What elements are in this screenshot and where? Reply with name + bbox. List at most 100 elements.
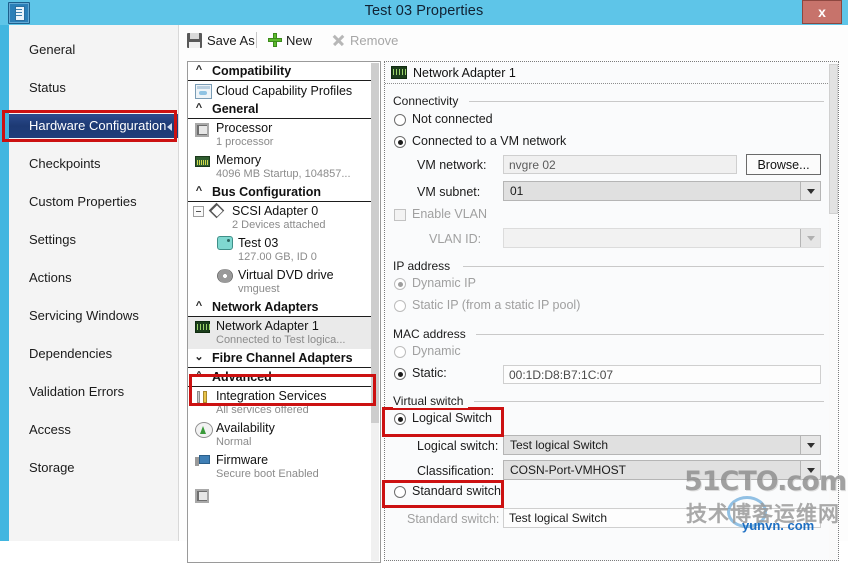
close-button[interactable]: x [802, 0, 842, 24]
tree-node-subtitle: Secure boot Enabled [216, 468, 319, 480]
logical-switch-radio[interactable] [394, 413, 406, 425]
sidebar-item-access[interactable]: Access [9, 418, 178, 442]
detail-scrollbar[interactable] [829, 62, 838, 560]
static-ip-pool-radio[interactable] [394, 300, 406, 312]
tree-group-fibre-channel-adapters[interactable]: ⌄ Fibre Channel Adapters [188, 349, 371, 368]
standard-switch-field[interactable]: Test logical Switch [503, 508, 821, 528]
sidebar-item-settings[interactable]: Settings [9, 228, 178, 252]
tree-node-subtitle: 2 Devices attached [232, 219, 326, 231]
vm-network-field[interactable]: nvgre 02 [503, 155, 737, 174]
chevron-down-icon: ⌄ [194, 351, 204, 363]
sidebar-item-label: Status [29, 80, 66, 95]
enable-vlan-checkbox[interactable] [394, 209, 406, 221]
sidebar-item-label: Storage [29, 460, 75, 475]
tree-node-partial[interactable] [188, 483, 371, 503]
static-mac-field[interactable]: 00:1D:D8:B7:1C:07 [503, 365, 821, 384]
sidebar-item-general[interactable]: General [9, 38, 178, 62]
sidebar-item-dependencies[interactable]: Dependencies [9, 342, 178, 366]
standard-switch-radio-label[interactable]: Standard switch [412, 484, 501, 498]
dynamic-mac-label[interactable]: Dynamic [412, 344, 461, 358]
tree-group-general[interactable]: ^ General [188, 100, 371, 119]
firmware-icon [195, 454, 211, 468]
static-ip-pool-label[interactable]: Static IP (from a static IP pool) [412, 298, 580, 312]
static-mac-label[interactable]: Static: [412, 366, 447, 380]
tree-node-availability[interactable]: Availability Normal [188, 419, 371, 451]
logical-switch-select[interactable]: Test logical Switch [503, 435, 821, 455]
enable-vlan-label[interactable]: Enable VLAN [412, 207, 487, 221]
sidebar-item-custom-properties[interactable]: Custom Properties [9, 190, 178, 214]
virtual-switch-group-label: Virtual switch [393, 394, 469, 408]
tree-node-subtitle: 4096 MB Startup, 104857... [216, 168, 351, 180]
tree-node-test-03-disk[interactable]: Test 03 127.00 GB, ID 0 [188, 234, 371, 266]
tree-node-network-adapter-1[interactable]: Network Adapter 1 Connected to Test logi… [188, 317, 371, 349]
tree-group-network-adapters[interactable]: ^ Network Adapters [188, 298, 371, 317]
sidebar-item-label: Dependencies [29, 346, 113, 361]
tree-node-processor[interactable]: Processor 1 processor [188, 119, 371, 151]
tree-node-scsi-adapter-0[interactable]: SCSI Adapter 0 2 Devices attached [188, 202, 371, 234]
tree-node-title: SCSI Adapter 0 [232, 204, 319, 218]
chevron-down-icon[interactable] [800, 182, 820, 200]
connected-vm-network-label[interactable]: Connected to a VM network [412, 134, 566, 148]
dynamic-mac-radio[interactable] [394, 346, 406, 358]
tree-group-bus-configuration[interactable]: ^ Bus Configuration [188, 183, 371, 202]
connectivity-group-label: Connectivity [393, 94, 464, 108]
memory-icon [195, 156, 210, 167]
mac-address-group-rule [476, 334, 824, 335]
browse-button[interactable]: Browse... [746, 154, 821, 175]
not-connected-radio[interactable] [394, 114, 406, 126]
not-connected-label[interactable]: Not connected [412, 112, 493, 126]
sidebar-item-label: Servicing Windows [29, 308, 139, 323]
tree-scrollbar-thumb[interactable] [371, 63, 379, 423]
sidebar-item-label: General [29, 42, 76, 57]
classification-select[interactable]: COSN-Port-VMHOST [503, 460, 821, 480]
tree-scrollbar[interactable] [371, 63, 379, 561]
detail-scrollbar-thumb[interactable] [829, 64, 838, 214]
scsi-adapter-icon [208, 204, 224, 218]
sidebar-item-storage[interactable]: Storage [9, 456, 178, 480]
hardware-tree-panel[interactable]: ^ Compatibility Cloud Capability Profile… [187, 61, 381, 563]
tree-group-label: Advanced [212, 370, 272, 384]
tree-node-firmware[interactable]: Firmware Secure boot Enabled [188, 451, 371, 483]
content-area: Save As New Remove ^ Compatibility Cloud… [179, 25, 848, 563]
sidebar-item-status[interactable]: Status [9, 76, 178, 100]
ip-address-group-rule [463, 266, 824, 267]
standard-switch-radio[interactable] [394, 486, 406, 498]
title-bar: Test 03 Properties x [0, 0, 848, 25]
tree-expander-icon[interactable] [193, 206, 204, 217]
chevron-down-icon[interactable] [800, 229, 820, 247]
tree-node-virtual-dvd-drive[interactable]: Virtual DVD drive vmguest [188, 266, 371, 298]
tree-node-subtitle: 127.00 GB, ID 0 [238, 251, 317, 263]
chevron-down-icon[interactable] [800, 461, 820, 479]
tree-node-cloud-capability-profiles[interactable]: Cloud Capability Profiles [188, 81, 371, 100]
save-as-button[interactable]: Save As [187, 30, 255, 50]
logical-switch-radio-label[interactable]: Logical Switch [412, 411, 492, 425]
classification-label: Classification: [417, 464, 495, 478]
tree-node-integration-services[interactable]: Integration Services All services offere… [188, 387, 371, 419]
vm-subnet-select[interactable]: 01 [503, 181, 821, 201]
tree-group-compatibility[interactable]: ^ Compatibility [188, 62, 371, 81]
sidebar-item-checkpoints[interactable]: Checkpoints [9, 152, 178, 176]
hardware-tree: ^ Compatibility Cloud Capability Profile… [188, 62, 371, 503]
chevron-down-icon[interactable] [800, 436, 820, 454]
static-mac-radio[interactable] [394, 368, 406, 380]
dynamic-ip-label[interactable]: Dynamic IP [412, 276, 476, 290]
left-accent-rail [0, 25, 9, 541]
remove-button[interactable]: Remove [331, 30, 398, 50]
tree-node-subtitle: Normal [216, 436, 252, 448]
sidebar-item-actions[interactable]: Actions [9, 266, 178, 290]
tree-node-memory[interactable]: Memory 4096 MB Startup, 104857... [188, 151, 371, 183]
new-button[interactable]: New [268, 30, 312, 50]
navigation-sidebar: General Status Hardware Configuration Ch… [9, 25, 179, 541]
vlan-id-select[interactable] [503, 228, 821, 248]
toolbar: Save As New Remove [179, 25, 848, 57]
tree-node-subtitle: Connected to Test logica... [216, 334, 346, 346]
connected-vm-network-radio[interactable] [394, 136, 406, 148]
sidebar-item-validation-errors[interactable]: Validation Errors [9, 380, 178, 404]
tree-group-advanced[interactable]: ^ Advanced [188, 368, 371, 387]
dynamic-ip-radio[interactable] [394, 278, 406, 290]
integration-services-icon [195, 390, 210, 404]
sidebar-item-servicing-windows[interactable]: Servicing Windows [9, 304, 178, 328]
sidebar-item-hardware-configuration[interactable]: Hardware Configuration [9, 114, 178, 138]
tree-group-label: Compatibility [212, 64, 292, 78]
tree-group-label: General [212, 102, 259, 116]
